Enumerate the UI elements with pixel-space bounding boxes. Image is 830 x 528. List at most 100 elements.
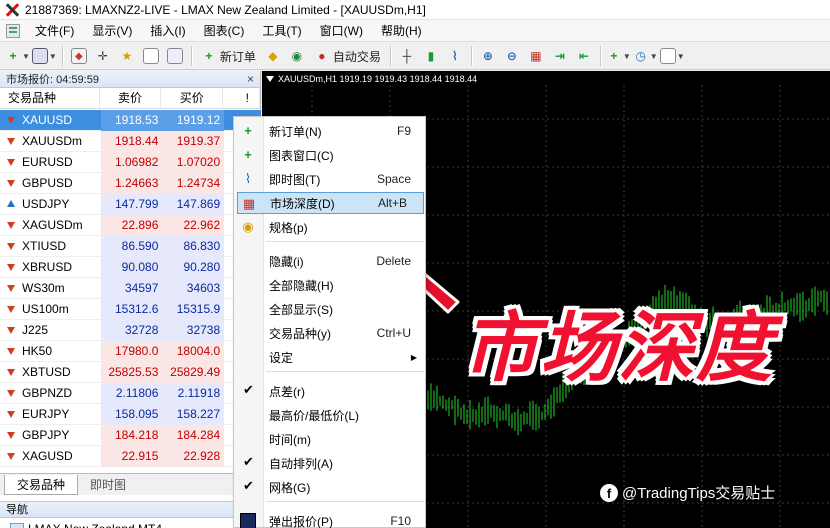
market-watch-row[interactable]: WS30m 34597 34603 bbox=[0, 277, 261, 299]
market-watch-tabs: 交易品种 即时图 bbox=[0, 473, 261, 495]
menu-item-spread[interactable]: ✔ 点差(r) bbox=[234, 380, 427, 402]
market-watch-row[interactable]: HK50 17980.0 18004.0 bbox=[0, 340, 261, 362]
new-chart-button[interactable]: + ▼ bbox=[5, 45, 29, 67]
templates-icon bbox=[659, 48, 676, 64]
tab-symbols[interactable]: 交易品种 bbox=[4, 475, 79, 495]
signals-button[interactable]: ◉ bbox=[286, 45, 308, 67]
data-window-button[interactable]: ✛ bbox=[92, 45, 114, 67]
row-bid: 22.915 bbox=[100, 445, 163, 467]
menu-item-show-all[interactable]: 全部显示(S) bbox=[234, 298, 427, 320]
arrow-down-icon bbox=[5, 324, 17, 336]
market-watch-row[interactable]: J225 32728 32738 bbox=[0, 319, 261, 341]
chart-shift-button[interactable]: ⇤ bbox=[573, 45, 595, 67]
tile-windows-button[interactable]: ▦ bbox=[525, 45, 547, 67]
row-ask: 2.11918 bbox=[162, 382, 225, 404]
column-extra[interactable]: ! bbox=[223, 87, 261, 109]
row-bid: 32728 bbox=[100, 319, 163, 341]
templates-button[interactable]: ▼ bbox=[659, 45, 685, 67]
market-watch-row[interactable]: GBPJPY 184.218 184.284 bbox=[0, 424, 261, 446]
menu-item-time[interactable]: 时间(m) bbox=[234, 428, 427, 450]
chart-menu-icon[interactable] bbox=[266, 76, 274, 82]
strategy-tester-button[interactable] bbox=[164, 45, 186, 67]
metaeditor-button[interactable]: ◆ bbox=[262, 45, 284, 67]
menu-item-shortcut: Alt+B bbox=[377, 196, 407, 210]
market-watch-columns: 交易品种 卖价 买价 ! bbox=[0, 87, 261, 109]
menu-item-auto-arrange[interactable]: ✔ 自动排列(A) bbox=[234, 452, 427, 474]
market-watch-row[interactable]: US100m 15312.6 15315.9 bbox=[0, 298, 261, 320]
menu-item-tick-chart[interactable]: ⌇ 即时图(T) Space bbox=[234, 168, 427, 190]
zoom-out-button[interactable]: ⊖ bbox=[501, 45, 523, 67]
column-ask[interactable]: 买价 bbox=[161, 87, 224, 109]
market-watch-row[interactable]: XAGUSDm 22.896 22.962 bbox=[0, 214, 261, 236]
scroll-chart-button[interactable]: ⇥ bbox=[549, 45, 571, 67]
menu-item-symbols[interactable]: 交易品种(y) Ctrl+U bbox=[234, 322, 427, 344]
market-watch-row[interactable]: EURUSD 1.06982 1.07020 bbox=[0, 151, 261, 173]
close-icon[interactable]: × bbox=[247, 72, 254, 86]
zoom-in-button[interactable]: ⊕ bbox=[477, 45, 499, 67]
column-bid[interactable]: 卖价 bbox=[100, 87, 162, 109]
row-symbol: XAGUSDm bbox=[22, 218, 83, 232]
navigator-button[interactable]: ★ bbox=[116, 45, 138, 67]
row-symbol: GBPUSD bbox=[22, 176, 73, 190]
market-watch-row[interactable]: XAUUSDm 1918.44 1919.37 bbox=[0, 130, 261, 152]
row-symbol-cell: EURJPY bbox=[0, 407, 100, 421]
menu-item-market-depth[interactable]: ▦ 市场深度(D) Alt+B bbox=[237, 192, 424, 214]
tab-tick-chart[interactable]: 即时图 bbox=[78, 475, 138, 495]
menu-item-popup-prices[interactable]: 弹出报价(P) F10 bbox=[234, 510, 427, 528]
row-bid: 147.799 bbox=[100, 193, 163, 215]
menu-item-grid[interactable]: ✔ 网格(G) bbox=[234, 476, 427, 498]
profiles-button[interactable]: ▼ bbox=[31, 45, 57, 67]
periods-button[interactable]: ◷ ▼ bbox=[633, 45, 658, 67]
market-watch-row[interactable]: XAGUSD 22.915 22.928 bbox=[0, 445, 261, 467]
checkmark-icon: ✔ bbox=[243, 478, 254, 493]
market-watch-row[interactable]: EURJPY 158.095 158.227 bbox=[0, 403, 261, 425]
market-watch-header: 市场报价: 04:59:59 × bbox=[0, 71, 260, 88]
row-bid: 25825.53 bbox=[100, 361, 163, 383]
navigator-account-item[interactable]: LMAX New Zealand MT4 bbox=[0, 519, 261, 528]
market-watch-row[interactable]: XBRUSD 90.080 90.280 bbox=[0, 256, 261, 278]
column-symbol[interactable]: 交易品种 bbox=[0, 87, 100, 109]
row-symbol: US100m bbox=[22, 302, 69, 316]
new-order-icon: + bbox=[244, 123, 252, 138]
menu-item-shortcut: Ctrl+U bbox=[376, 326, 411, 340]
scroll-icon: ⇥ bbox=[554, 49, 565, 63]
market-watch-row[interactable]: USDJPY 147.799 147.869 bbox=[0, 193, 261, 215]
row-symbol: GBPNZD bbox=[22, 386, 73, 400]
document-icon[interactable] bbox=[6, 23, 20, 38]
arrow-up-icon bbox=[5, 198, 17, 210]
market-watch-button[interactable]: ◆ bbox=[68, 45, 90, 67]
market-watch-row[interactable]: XAUUSD 1918.53 1919.12 bbox=[0, 109, 261, 131]
market-watch-row[interactable]: GBPNZD 2.11806 2.11918 bbox=[0, 382, 261, 404]
menu-item-specification[interactable]: ◉ 规格(p) bbox=[234, 216, 427, 238]
candlestick-button[interactable]: ▮ bbox=[420, 45, 442, 67]
menu-tools[interactable]: 工具(T) bbox=[253, 20, 310, 42]
bar-chart-button[interactable]: ┼ bbox=[396, 45, 418, 67]
row-ask: 22.928 bbox=[162, 445, 225, 467]
indicators-button[interactable]: + ▼ bbox=[606, 45, 630, 67]
market-watch-row[interactable]: XBTUSD 25825.53 25829.49 bbox=[0, 361, 261, 383]
watermark-text: @TradingTips交易贴士 bbox=[622, 485, 776, 502]
menu-item-hide[interactable]: 隐藏(i) Delete bbox=[234, 250, 427, 272]
menu-item-hide-all[interactable]: 全部隐藏(H) bbox=[234, 274, 427, 296]
menu-file[interactable]: 文件(F) bbox=[26, 20, 83, 42]
arrow-down-icon bbox=[5, 177, 17, 189]
context-menu: + 新订单(N) F9 + 图表窗口(C) ⌇ 即时图(T) Space ▦ 市场深度(D) Alt… bbox=[233, 116, 426, 528]
menu-item-settings[interactable]: 设定 ▶ bbox=[234, 346, 427, 368]
menu-item-chart-window[interactable]: + 图表窗口(C) bbox=[234, 144, 427, 166]
menu-item-high-low[interactable]: 最高价/最低价(L) bbox=[234, 404, 427, 426]
line-chart-button[interactable]: ⌇ bbox=[444, 45, 466, 67]
market-watch-row[interactable]: GBPUSD 1.24663 1.24734 bbox=[0, 172, 261, 194]
market-watch-row[interactable]: XTIUSD 86.590 86.830 bbox=[0, 235, 261, 257]
menu-view[interactable]: 显示(V) bbox=[83, 20, 141, 42]
market-watch-rows: XAUUSD 1918.53 1919.12 XAUUSDm 1918.44 1919.3… bbox=[0, 109, 261, 467]
menu-insert[interactable]: 插入(I) bbox=[141, 20, 194, 42]
menu-help[interactable]: 帮助(H) bbox=[372, 20, 431, 42]
new-order-button[interactable]: + 新订单 bbox=[197, 45, 260, 67]
menu-item-label: 全部隐藏(H) bbox=[269, 278, 334, 293]
terminal-button[interactable] bbox=[140, 45, 162, 67]
row-ask: 147.869 bbox=[162, 193, 225, 215]
autotrading-button[interactable]: ● 自动交易 bbox=[310, 45, 385, 67]
menu-item-new-order[interactable]: + 新订单(N) F9 bbox=[234, 120, 427, 142]
menu-window[interactable]: 窗口(W) bbox=[311, 20, 372, 42]
menu-charts[interactable]: 图表(C) bbox=[195, 20, 254, 42]
